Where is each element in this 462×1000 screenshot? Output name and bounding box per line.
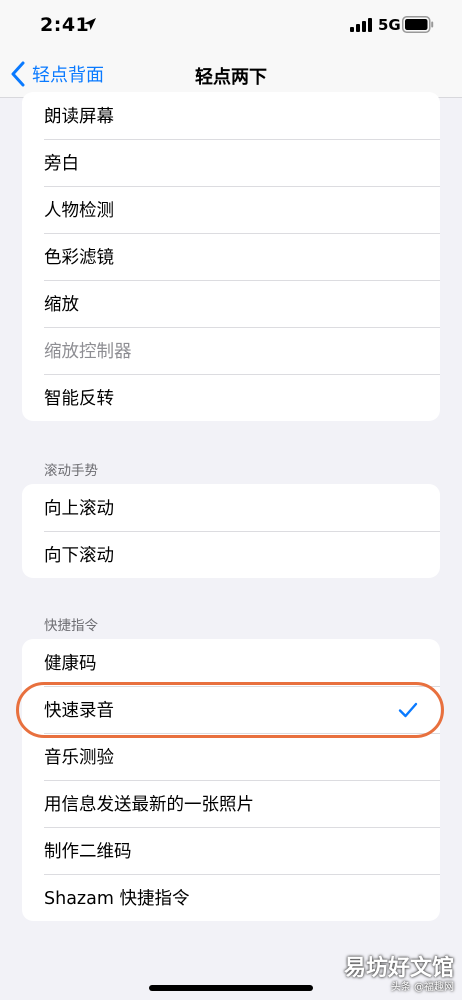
list-item-label: 制作二维码 [44,842,132,862]
list-item-zoom[interactable]: 缩放 [22,280,440,327]
home-indicator[interactable] [149,985,313,991]
list-item-label: 智能反转 [44,389,114,409]
list-item-scroll-down[interactable]: 向下滚动 [22,531,440,578]
watermark: 易坊好文馆 头条 @福趣网 [344,956,454,994]
scroll-gestures-group: 向上滚动 向下滚动 [22,484,440,578]
section-header-shortcuts: 快捷指令 [44,618,98,634]
list-item-people-detection[interactable]: 人物检测 [22,186,440,233]
status-bar: 2:41 5G [0,0,462,50]
list-item-shazam-shortcut[interactable]: Shazam 快捷指令 [22,874,440,921]
list-item-color-filters[interactable]: 色彩滤镜 [22,233,440,280]
list-item-label: 色彩滤镜 [44,248,114,268]
page-title: 轻点两下 [195,67,267,88]
list-item-quick-recording[interactable]: 快速录音 [22,686,440,733]
location-arrow-icon [84,18,96,30]
list-item-label: 缩放控制器 [44,342,132,362]
list-item-label: 缩放 [44,295,79,315]
list-item-speak-screen[interactable]: 朗读屏幕 [22,92,440,139]
list-item-label: 朗读屏幕 [44,107,114,127]
battery-icon [402,16,434,33]
navigation-bar: 轻点背面 轻点两下 [0,50,462,98]
list-item-label: 旁白 [44,154,79,174]
network-type-label: 5G [378,16,401,34]
list-item-music-quiz[interactable]: 音乐测验 [22,733,440,780]
list-item-label: 音乐测验 [44,748,114,768]
checkmark-icon [398,702,418,717]
list-item-label: 向上滚动 [44,499,114,519]
list-item-label: 健康码 [44,654,97,674]
section-header-scroll-gestures: 滚动手势 [44,463,98,479]
list-item-voiceover[interactable]: 旁白 [22,139,440,186]
list-item-send-latest-photo[interactable]: 用信息发送最新的一张照片 [22,780,440,827]
list-item-label: 用信息发送最新的一张照片 [44,795,254,815]
watermark-sub-text: 头条 @福趣网 [390,982,454,993]
cellular-signal-icon [350,18,372,32]
system-actions-group: 朗读屏幕 旁白 人物检测 色彩滤镜 缩放 缩放控制器 智能反转 [22,92,440,421]
watermark-main-text: 易坊好文馆 [343,956,454,981]
list-item-label: 人物检测 [44,201,114,221]
shortcuts-group: 健康码 快速录音 音乐测验 用信息发送最新的一张照片 制作二维码 Shazam … [22,639,440,921]
list-item-make-qr-code[interactable]: 制作二维码 [22,827,440,874]
list-item-label: 向下滚动 [44,546,114,566]
list-item-health-code[interactable]: 健康码 [22,639,440,686]
list-item-smart-invert[interactable]: 智能反转 [22,374,440,421]
list-item-zoom-controller: 缩放控制器 [22,327,440,374]
list-item-label: Shazam 快捷指令 [44,889,190,909]
list-item-scroll-up[interactable]: 向上滚动 [22,484,440,531]
list-item-label: 快速录音 [44,701,114,721]
